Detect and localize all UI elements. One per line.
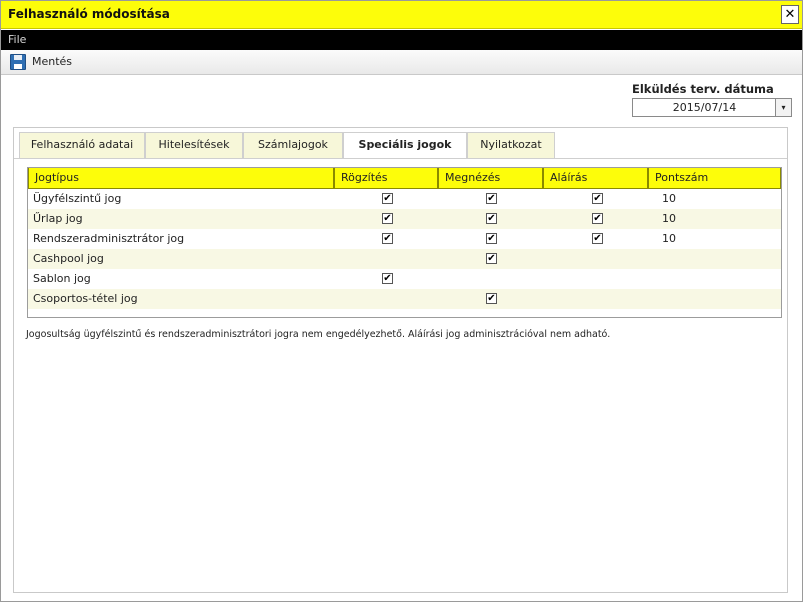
tab-user-data[interactable]: Felhasználó adatai <box>19 132 145 158</box>
table-row[interactable]: Űrlap jog ✔ ✔ ✔ 10 <box>28 209 781 229</box>
menu-file[interactable]: File <box>8 33 26 46</box>
send-date-value: 2015/07/14 <box>672 101 737 114</box>
column-header-record[interactable]: Rögzítés <box>334 168 438 189</box>
close-button[interactable]: ✕ <box>781 5 799 24</box>
tab-declaration[interactable]: Nyilatkozat <box>467 132 555 158</box>
checkbox-rogzites[interactable]: ✔ <box>382 193 393 204</box>
window-title: Felhasználó módosítása <box>8 7 170 21</box>
right-type-label: Cashpool jog <box>33 252 104 265</box>
dialog-window: Felhasználó módosítása ✕ File Mentés Elk… <box>0 0 803 602</box>
score-value: 10 <box>662 192 676 205</box>
tab-special-rights[interactable]: Speciális jogok <box>343 132 467 159</box>
right-type-label: Sablon jog <box>33 272 91 285</box>
right-type-label: Rendszeradminisztrátor jog <box>33 232 185 245</box>
checkbox-megnezes[interactable]: ✔ <box>486 293 497 304</box>
grid-header: Jogtípus Rögzítés Megnézés Aláírás Ponts… <box>28 168 781 189</box>
table-row[interactable]: Ügyfélszintű jog ✔ ✔ ✔ 10 <box>28 189 781 209</box>
checkbox-alairas[interactable]: ✔ <box>592 213 603 224</box>
column-header-view[interactable]: Megnézés <box>438 168 543 189</box>
right-type-label: Űrlap jog <box>33 212 83 225</box>
checkbox-alairas[interactable]: ✔ <box>592 193 603 204</box>
table-row[interactable]: Sablon jog ✔ <box>28 269 781 289</box>
floppy-disk-icon <box>10 54 26 70</box>
send-date-field[interactable]: 2015/07/14 ▾ <box>632 98 792 117</box>
checkbox-megnezes[interactable]: ✔ <box>486 193 497 204</box>
column-header-sign[interactable]: Aláírás <box>543 168 648 189</box>
right-type-label: Ügyfélszintű jog <box>33 192 122 205</box>
table-row[interactable]: Cashpool jog ✔ <box>28 249 781 269</box>
checkbox-rogzites[interactable]: ✔ <box>382 233 393 244</box>
column-header-score[interactable]: Pontszám <box>648 168 781 189</box>
send-date-label: Elküldés terv. dátuma <box>632 82 774 96</box>
checkbox-megnezes[interactable]: ✔ <box>486 213 497 224</box>
checkbox-megnezes[interactable]: ✔ <box>486 233 497 244</box>
menu-bar: File <box>1 30 802 50</box>
checkbox-rogzites[interactable]: ✔ <box>382 213 393 224</box>
column-header-type[interactable]: Jogtípus <box>28 168 334 189</box>
checkbox-megnezes[interactable]: ✔ <box>486 253 497 264</box>
table-row[interactable]: Rendszeradminisztrátor jog ✔ ✔ ✔ 10 <box>28 229 781 249</box>
tab-authentications[interactable]: Hitelesítések <box>145 132 243 158</box>
info-note: Jogosultság ügyfélszintű és rendszeradmi… <box>26 329 611 340</box>
chevron-down-icon[interactable]: ▾ <box>775 99 791 116</box>
checkbox-alairas[interactable]: ✔ <box>592 233 603 244</box>
rights-grid: Jogtípus Rögzítés Megnézés Aláírás Ponts… <box>27 167 782 318</box>
toolbar: Mentés <box>1 50 802 75</box>
close-icon: ✕ <box>784 7 796 22</box>
checkbox-rogzites[interactable]: ✔ <box>382 273 393 284</box>
title-bar: Felhasználó módosítása ✕ <box>1 1 802 29</box>
score-value: 10 <box>662 232 676 245</box>
tab-divider <box>14 158 787 159</box>
tab-panel: Felhasználó adatai Hitelesítések Számlaj… <box>13 127 788 593</box>
score-value: 10 <box>662 212 676 225</box>
tab-account-rights[interactable]: Számlajogok <box>243 132 343 158</box>
right-type-label: Csoportos-tétel jog <box>33 292 138 305</box>
save-button-label: Mentés <box>32 55 73 68</box>
table-row[interactable]: Csoportos-tétel jog ✔ <box>28 289 781 309</box>
